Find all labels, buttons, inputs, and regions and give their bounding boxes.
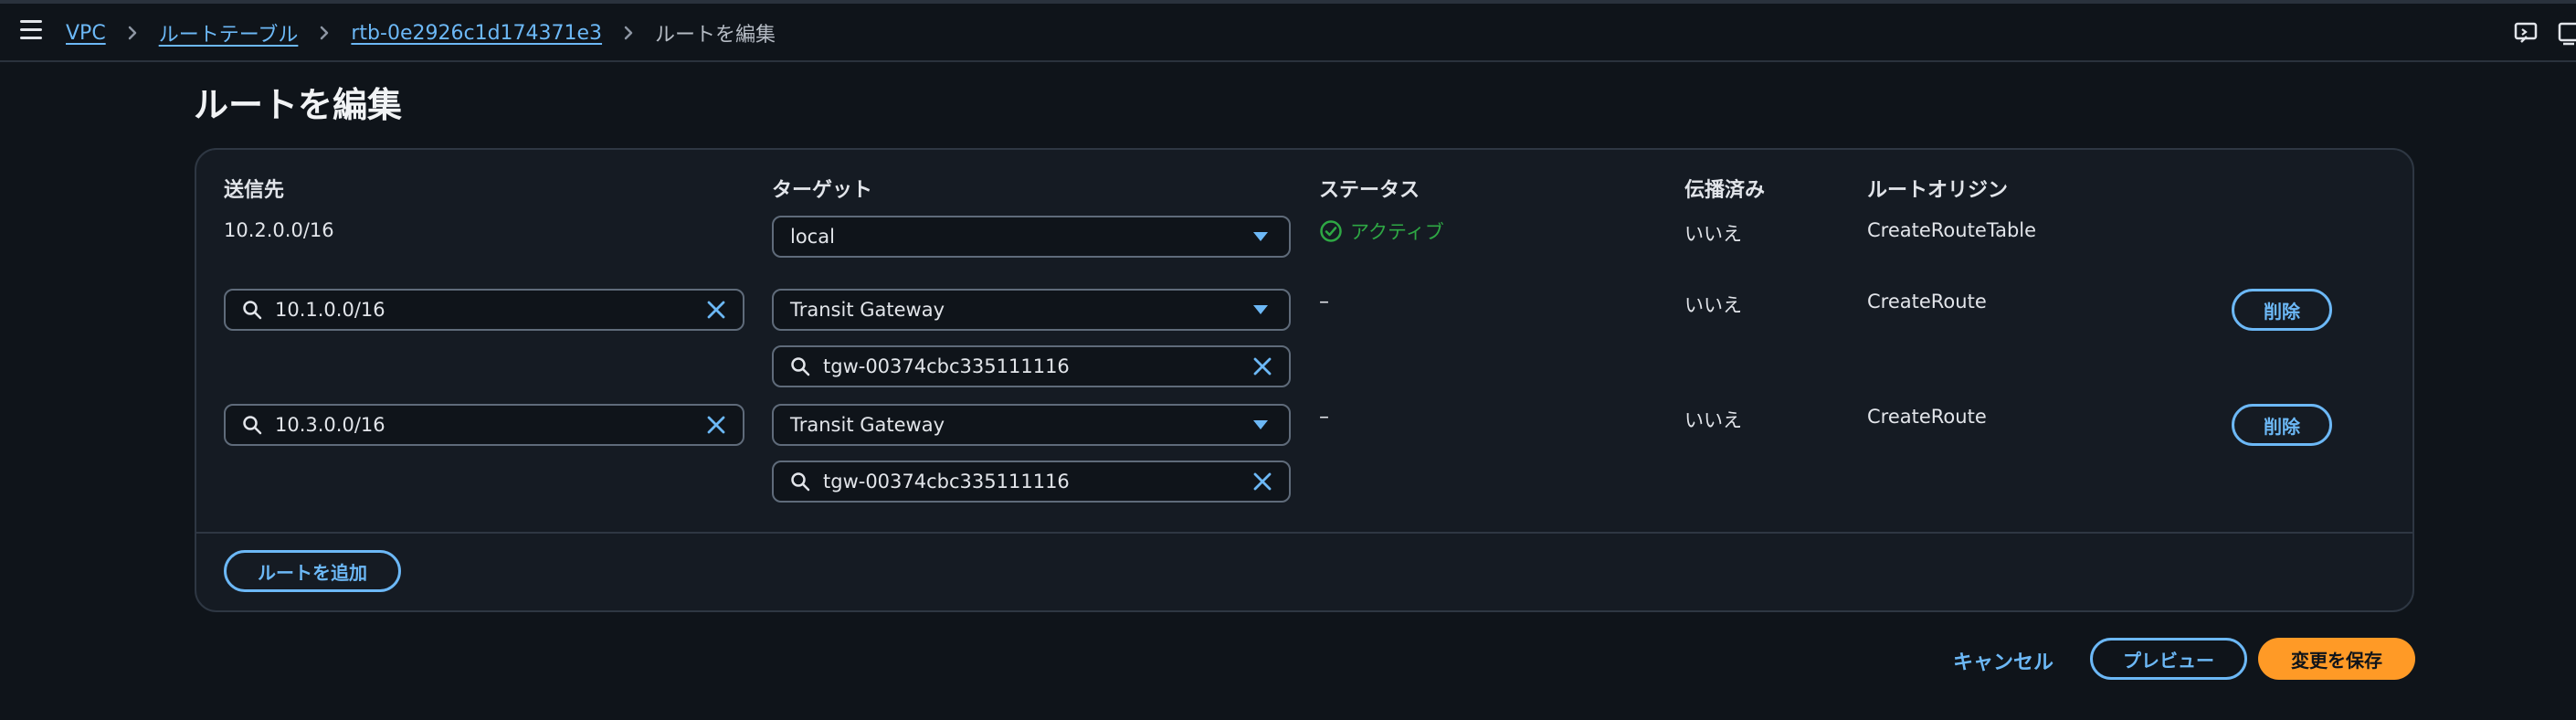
row1-target-value: local (790, 226, 835, 248)
row1-propagated: いいえ (1684, 223, 1742, 245)
row2-destination-value: 10.1.0.0/16 (275, 299, 385, 321)
row3-status: – (1319, 406, 1329, 429)
menu-icon[interactable] (20, 20, 42, 40)
row2-remove-button[interactable]: 削除 (2232, 289, 2332, 331)
row1-origin: CreateRouteTable (1867, 219, 2037, 241)
breadcrumb-route-tables[interactable]: ルートテーブル (159, 18, 299, 48)
close-icon[interactable] (1252, 356, 1272, 376)
search-icon (243, 416, 262, 435)
row3-remove-button[interactable]: 削除 (2232, 404, 2332, 446)
row2-status: – (1319, 291, 1329, 313)
chevron-right-icon (615, 19, 642, 47)
caret-down-icon (1253, 420, 1268, 429)
panel-icon[interactable] (2558, 22, 2576, 46)
search-icon (791, 472, 810, 492)
caret-down-icon (1253, 232, 1268, 241)
page-title: ルートを編集 (194, 85, 403, 125)
breadcrumb: VPC ルートテーブル rtb-0e2926c1d174371e3 ルートを編集 (66, 18, 776, 48)
close-icon[interactable] (706, 415, 726, 435)
row3-target-id-value: tgw-00374cbc335111116 (823, 471, 1070, 492)
header-status: ステータス (1319, 179, 1420, 202)
row3-target-id-input[interactable]: tgw-00374cbc335111116 (772, 461, 1291, 503)
close-icon[interactable] (1252, 471, 1272, 492)
row2-destination-input[interactable]: 10.1.0.0/16 (224, 289, 744, 331)
header-propagated: 伝播済み (1684, 179, 1766, 202)
save-changes-button[interactable]: 変更を保存 (2258, 638, 2415, 680)
row2-target-id-input[interactable]: tgw-00374cbc335111116 (772, 345, 1291, 387)
add-route-button[interactable]: ルートを追加 (224, 550, 401, 592)
close-icon[interactable] (706, 300, 726, 320)
row3-propagated: いいえ (1684, 409, 1742, 431)
caret-down-icon (1253, 305, 1268, 314)
header-origin: ルートオリジン (1867, 179, 2009, 202)
check-circle-icon (1320, 220, 1342, 242)
feedback-icon[interactable] (2514, 22, 2539, 46)
row2-propagated: いいえ (1684, 294, 1742, 316)
top-navigation: VPC ルートテーブル rtb-0e2926c1d174371e3 ルートを編集 (0, 0, 2576, 62)
row2-target-id-value: tgw-00374cbc335111116 (823, 355, 1070, 377)
chevron-right-icon (119, 19, 146, 47)
panel-divider (196, 532, 2412, 534)
preview-button[interactable]: プレビュー (2090, 638, 2247, 680)
row3-origin: CreateRoute (1867, 406, 1987, 428)
row2-target-value: Transit Gateway (790, 299, 945, 321)
cancel-button[interactable]: キャンセル (1953, 646, 2053, 675)
row1-target-select[interactable]: local (772, 216, 1291, 258)
row3-destination-value: 10.3.0.0/16 (275, 414, 385, 436)
row1-status-text: アクティブ (1350, 221, 1444, 243)
chevron-right-icon (311, 19, 338, 47)
search-icon (243, 301, 262, 320)
row3-target-select[interactable]: Transit Gateway (772, 404, 1291, 446)
search-icon (791, 357, 810, 376)
row2-target-select[interactable]: Transit Gateway (772, 289, 1291, 331)
breadcrumb-route-table-id[interactable]: rtb-0e2926c1d174371e3 (351, 22, 602, 45)
header-target: ターゲット (772, 179, 873, 202)
row1-status: アクティブ (1319, 217, 1444, 245)
breadcrumb-vpc[interactable]: VPC (66, 22, 106, 45)
routes-panel: 送信先 ターゲット ステータス 伝播済み ルートオリジン 10.2.0.0/16… (195, 148, 2414, 612)
header-destination: 送信先 (224, 179, 285, 202)
row1-destination: 10.2.0.0/16 (224, 219, 334, 241)
row3-target-value: Transit Gateway (790, 414, 945, 436)
row2-origin: CreateRoute (1867, 291, 1987, 312)
row3-destination-input[interactable]: 10.3.0.0/16 (224, 404, 744, 446)
breadcrumb-current: ルートを編集 (655, 24, 776, 47)
